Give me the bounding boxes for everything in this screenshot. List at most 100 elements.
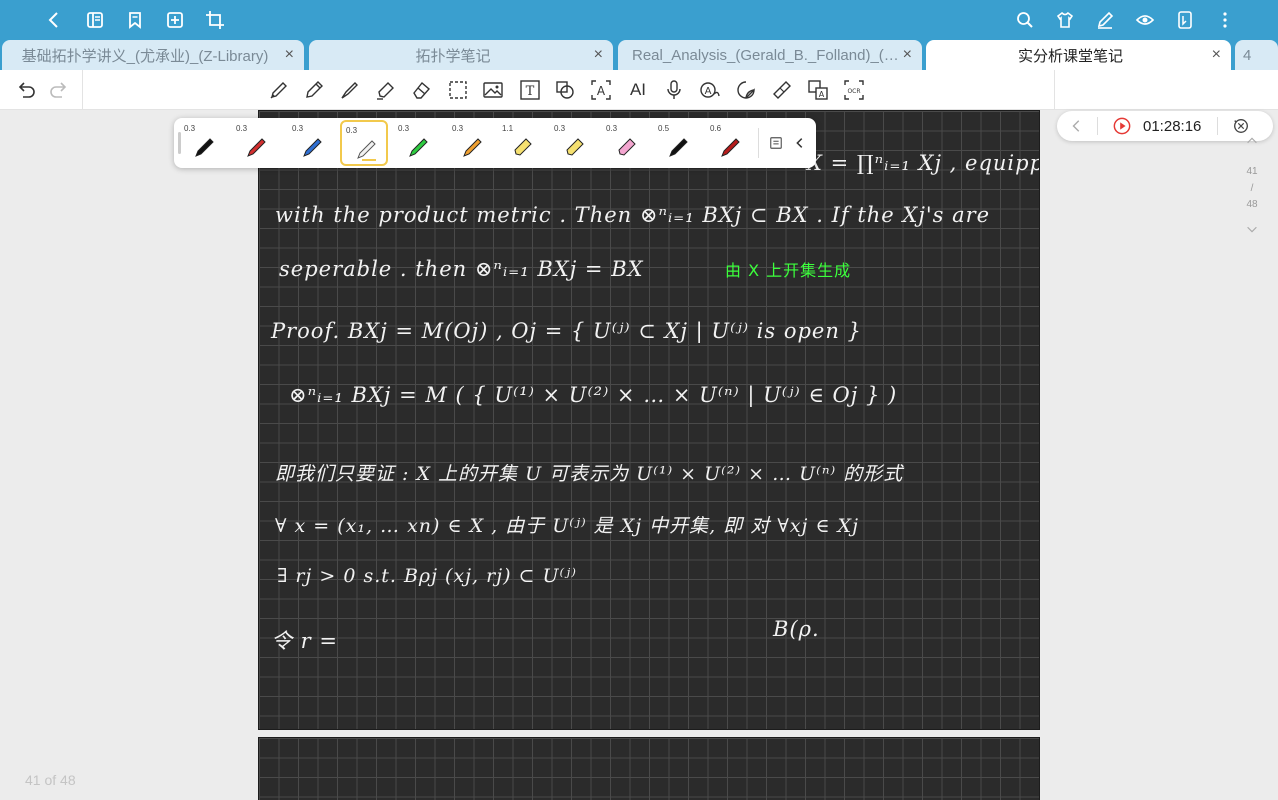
page-up-icon[interactable] <box>1239 134 1265 151</box>
tab-label: Real_Analysis_(Gerald_B._Folland)_(… <box>632 46 899 64</box>
add-page-icon[interactable] <box>163 8 187 32</box>
ballpoint-pen-icon[interactable] <box>302 78 326 102</box>
tab-label: 4 <box>1243 46 1252 64</box>
highlighter-icon[interactable] <box>374 78 398 102</box>
note-line-7: ∀ x = (x₁, … xn) ∈ X , 由于 U⁽ʲ⁾ 是 Xj 中开集,… <box>275 515 859 537</box>
pen-swatch[interactable]: 0.3 <box>180 120 228 166</box>
shape-icon[interactable] <box>553 78 577 102</box>
note-line-8: ∃ rj > 0 s.t. Bρj (xj, rj) ⊂ U⁽ʲ⁾ <box>277 565 577 587</box>
palette-settings-icon[interactable] <box>766 133 786 153</box>
ai-assistant-icon[interactable]: AI <box>626 78 650 102</box>
page-navigator: 41 / 48 <box>1239 134 1265 244</box>
pen-swatch[interactable]: 0.3 <box>602 120 650 166</box>
handwriting-icon[interactable]: A <box>698 78 722 102</box>
svg-text:OCR: OCR <box>847 88 860 95</box>
redo-icon[interactable] <box>47 78 71 102</box>
link-icon[interactable] <box>770 78 794 102</box>
recording-time: 01:28:16 <box>1143 117 1202 135</box>
sticker-icon[interactable] <box>734 78 758 102</box>
pen-palette: 0.3 0.3 0.3 0.3 0.3 0.3 1.1 0.3 0.3 0.5 0.6 <box>174 118 816 168</box>
image-icon[interactable] <box>481 78 505 102</box>
marker-icon <box>618 138 636 156</box>
brush-pen-icon[interactable] <box>338 78 362 102</box>
more-icon[interactable] <box>1213 8 1237 32</box>
pen-swatch[interactable]: 1.1 <box>498 120 546 166</box>
pen-size-label: 1.1 <box>502 124 514 133</box>
pen-swatch[interactable]: 0.5 <box>654 120 702 166</box>
crop-icon[interactable] <box>203 8 227 32</box>
pen-swatch[interactable]: 0.3 <box>288 120 336 166</box>
pen-swatch[interactable]: 0.3 <box>232 120 280 166</box>
document-icon[interactable] <box>1173 8 1197 32</box>
tab-topology-lecture[interactable]: 基础拓扑学讲义_(尤承业)_(Z-Library) × <box>2 40 304 70</box>
note-line-4: Proof. BXj = M(Oj) , Oj = { U⁽ʲ⁾ ⊂ Xj | … <box>271 319 862 343</box>
collapse-palette-icon[interactable] <box>790 133 810 153</box>
page-divider: / <box>1250 183 1254 194</box>
recording-list-icon[interactable] <box>1231 116 1251 136</box>
close-icon[interactable]: × <box>1212 46 1221 64</box>
close-icon[interactable]: × <box>594 46 603 64</box>
thumbnails-icon[interactable] <box>83 8 107 32</box>
pen-size-label: 0.3 <box>606 124 618 133</box>
page-count: 41 of 48 <box>25 772 76 788</box>
svg-text:T: T <box>526 84 535 99</box>
pen-icon <box>669 138 688 157</box>
pen-swatch[interactable]: 0.3 <box>448 120 496 166</box>
drawing-toolbar: T A AI A A OCR <box>0 70 1278 110</box>
svg-text:A: A <box>597 84 606 98</box>
pen-icon <box>247 138 266 157</box>
pen-size-label: 0.3 <box>554 124 566 133</box>
svg-text:A: A <box>819 90 825 99</box>
pen-icon <box>721 138 740 157</box>
bookmark-icon[interactable] <box>123 8 147 32</box>
lasso-select-icon[interactable] <box>446 78 470 102</box>
pen-icon <box>195 138 214 157</box>
note-line-2: with the product metric . Then ⊗ⁿᵢ₌₁ BXj… <box>275 203 991 227</box>
pen-icon <box>409 138 428 157</box>
note-line-9b: B(ρ. <box>773 617 820 641</box>
next-note-page[interactable] <box>258 737 1040 800</box>
tab-label: 实分析课堂笔记 <box>1017 47 1123 65</box>
note-line-9: 令 r = <box>271 629 338 653</box>
pen-swatch[interactable]: 0.3 <box>340 120 388 166</box>
tab-real-analysis[interactable]: Real_Analysis_(Gerald_B._Folland)_(… × <box>618 40 922 70</box>
translate-icon[interactable]: A <box>806 78 830 102</box>
close-icon[interactable]: × <box>285 46 294 64</box>
marker-icon <box>566 138 584 156</box>
microphone-icon[interactable] <box>662 78 686 102</box>
pen-swatch[interactable]: 0.6 <box>706 120 754 166</box>
tab-4[interactable]: 4 <box>1235 40 1278 70</box>
text-recognition-icon[interactable]: A <box>589 78 613 102</box>
undo-icon[interactable] <box>14 78 38 102</box>
text-box-icon[interactable]: T <box>518 78 542 102</box>
svg-text:A: A <box>705 86 712 97</box>
pen-size-label: 0.3 <box>184 124 196 133</box>
marker-icon <box>514 138 532 156</box>
fountain-pen-icon[interactable] <box>267 78 291 102</box>
close-icon[interactable]: × <box>903 46 912 64</box>
top-toolbar <box>0 0 1278 40</box>
back-icon[interactable] <box>42 8 66 32</box>
note-line-6: 即我们只要证 : X 上的开集 U 可表示为 U⁽¹⁾ × U⁽²⁾ × … U… <box>275 463 904 485</box>
chevron-left-icon[interactable] <box>1069 116 1085 136</box>
note-line-3: seperable . then ⊗ⁿᵢ₌₁ BXj = BX <box>279 257 644 281</box>
page-down-icon[interactable] <box>1239 222 1265 239</box>
tab-bar: 基础拓扑学讲义_(尤承业)_(Z-Library) × 拓扑学笔记 × Real… <box>0 40 1278 70</box>
tab-real-analysis-class-notes[interactable]: 实分析课堂笔记 × <box>926 40 1231 70</box>
tab-label: 拓扑学笔记 <box>415 47 491 65</box>
tab-label: 基础拓扑学讲义_(尤承业)_(Z-Library) <box>21 47 269 65</box>
view-icon[interactable] <box>1133 8 1157 32</box>
pen-swatch[interactable]: 0.3 <box>550 120 598 166</box>
tab-topology-notes[interactable]: 拓扑学笔记 × <box>309 40 613 70</box>
play-icon[interactable] <box>1112 116 1132 136</box>
eraser-icon[interactable] <box>409 78 433 102</box>
ocr-icon[interactable]: OCR <box>842 78 866 102</box>
shirt-icon[interactable] <box>1053 8 1077 32</box>
pen-size-label: 0.6 <box>710 124 722 133</box>
note-line-1: X = ∏ⁿᵢ₌₁ Xj , equipped <box>807 151 1039 175</box>
note-page[interactable]: X = ∏ⁿᵢ₌₁ Xj , equipped with the product… <box>258 110 1040 730</box>
search-icon[interactable] <box>1013 8 1037 32</box>
note-annotation-green: 由 X 上开集生成 <box>725 261 852 280</box>
pen-swatch[interactable]: 0.3 <box>394 120 442 166</box>
pen-settings-icon[interactable] <box>1093 8 1117 32</box>
